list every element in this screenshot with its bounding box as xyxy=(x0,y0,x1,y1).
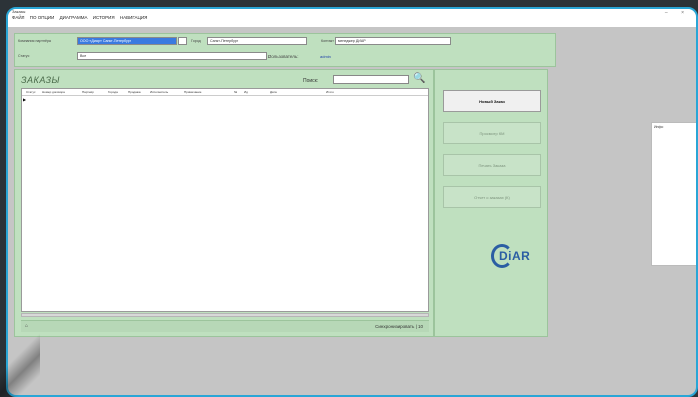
window-controls[interactable]: – × xyxy=(665,10,690,16)
status-label: Статус xyxy=(18,54,30,58)
window-title: Заказы xyxy=(12,9,26,14)
menu-bar: ФАЙЛ ПО ОПЦИИ ДИАГРАММА ИСТОРИЯ НАВИГАЦИ… xyxy=(12,15,151,20)
column-header[interactable]: Примечание xyxy=(184,90,201,94)
org-label: Компания партнёра xyxy=(18,39,51,43)
row-marker-icon: ▶ xyxy=(23,97,27,102)
orders-panel: ЗАКАЗЫ Поиск: 🔍 Статус Номер договора Па… xyxy=(14,69,434,337)
user-label: Пользователь: xyxy=(268,54,299,59)
city-field[interactable]: Санкт-Петербург xyxy=(207,37,307,45)
status-select[interactable]: Все xyxy=(77,52,267,60)
filter-panel: Компания партнёра ООО «Диар» Санкт-Петер… xyxy=(14,33,556,67)
order-report-button[interactable]: Отчет о заказах (К) xyxy=(443,186,541,208)
column-header[interactable]: Ид xyxy=(244,90,248,94)
actions-panel: Новый Заказ Просмотр КМ Печать Заказа От… xyxy=(434,69,548,337)
column-header[interactable]: Номер договора xyxy=(42,90,65,94)
column-header[interactable]: Статус xyxy=(26,90,35,94)
contact-field[interactable]: менеджер ДИАР xyxy=(335,37,451,45)
table-header: Статус Номер договора Партнёр Города Про… xyxy=(22,89,428,96)
menu-history[interactable]: ИСТОРИЯ xyxy=(93,15,115,20)
menu-options[interactable]: ПО ОПЦИИ xyxy=(30,15,55,20)
horizontal-scrollbar[interactable] xyxy=(21,313,429,317)
column-header[interactable]: Итого xyxy=(326,90,334,94)
search-icon[interactable]: 🔍 xyxy=(413,73,425,85)
column-header[interactable]: Продажа xyxy=(128,90,141,94)
new-order-button[interactable]: Новый Заказ xyxy=(443,90,541,112)
home-icon[interactable]: ⌂ xyxy=(25,323,28,329)
search-input[interactable] xyxy=(333,75,409,84)
contact-label: Контакт xyxy=(321,39,334,43)
user-link[interactable]: admin xyxy=(320,54,331,59)
search-label: Поиск: xyxy=(303,78,319,84)
logo-text: DiAR xyxy=(499,249,531,263)
app-window: Заказы – × ФАЙЛ ПО ОПЦИИ ДИАГРАММА ИСТОР… xyxy=(6,7,698,397)
title-bar: Заказы – × ФАЙЛ ПО ОПЦИИ ДИАГРАММА ИСТОР… xyxy=(8,9,696,27)
city-label: Город xyxy=(191,39,201,43)
column-header[interactable]: № xyxy=(234,90,237,94)
org-dropdown-button[interactable] xyxy=(178,37,187,45)
sync-status[interactable]: Синхронизировать | 10 xyxy=(375,324,423,329)
diar-logo: DiAR xyxy=(491,240,535,274)
print-order-button[interactable]: Печать Заказа xyxy=(443,154,541,176)
org-field[interactable]: ООО «Диар» Санкт-Петербург xyxy=(77,37,177,45)
column-header[interactable]: Дата xyxy=(270,90,277,94)
column-header[interactable]: Партнёр xyxy=(82,90,94,94)
popup-label: Инфо xyxy=(654,125,664,129)
orders-table[interactable]: Статус Номер договора Партнёр Города Про… xyxy=(21,88,429,312)
column-header[interactable]: Исполнитель xyxy=(150,90,168,94)
corner-shadow xyxy=(0,330,40,397)
view-button[interactable]: Просмотр КМ xyxy=(443,122,541,144)
menu-navigation[interactable]: НАВИГАЦИЯ xyxy=(120,15,147,20)
menu-diagram[interactable]: ДИАГРАММА xyxy=(60,15,88,20)
orders-title: ЗАКАЗЫ xyxy=(21,75,60,85)
status-bar: ⌂ Синхронизировать | 10 xyxy=(21,320,429,332)
side-popup[interactable]: Инфо xyxy=(651,122,696,266)
column-header[interactable]: Города xyxy=(108,90,118,94)
menu-file[interactable]: ФАЙЛ xyxy=(12,15,25,20)
